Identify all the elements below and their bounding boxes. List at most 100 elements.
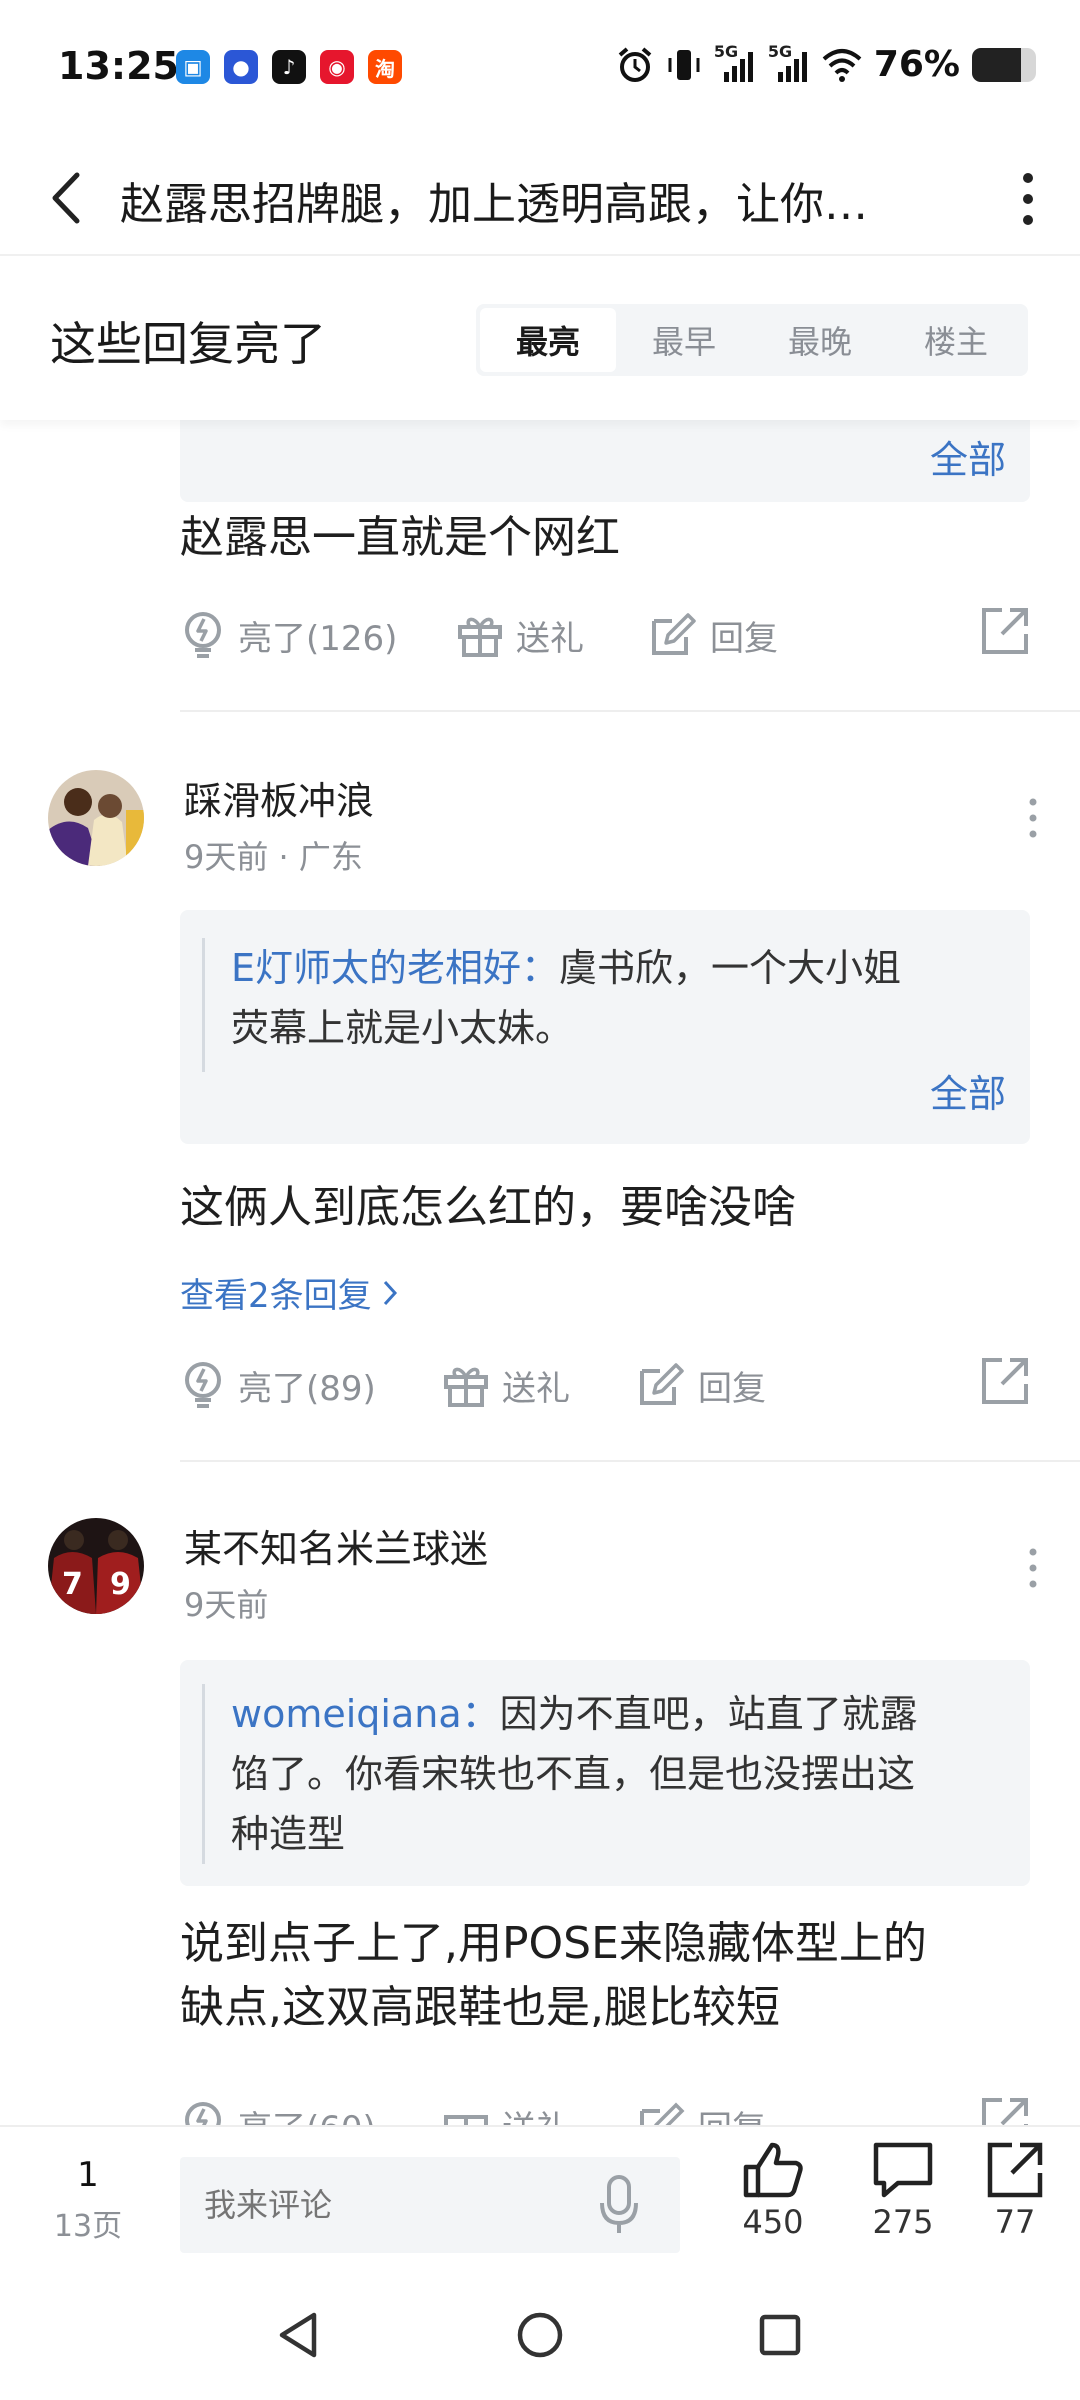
nav-home-button[interactable] [500,2295,580,2375]
gift-button[interactable]: 送礼 [456,600,584,670]
circle-home-icon [517,2312,563,2358]
chevron-left-icon [52,172,80,224]
avatar[interactable] [48,770,144,866]
gift-label: 送礼 [502,2101,570,2126]
quote-author[interactable]: womeiqiana： [231,1692,500,1736]
vibrate-icon [668,49,700,80]
share-count: 77 [994,2203,1036,2241]
thumbs-up-icon [743,2142,803,2198]
alarm-icon [618,46,652,82]
share-button[interactable] [980,2096,1030,2125]
avatar[interactable]: 7 9 [48,1518,144,1614]
comment-icon [873,2142,933,2198]
comment-text-line: 缺点,这双高跟鞋也是,腿比较短 [180,1982,780,2033]
action-row: 亮了(60) 送礼 回复 [180,2090,1030,2125]
nav-back-button[interactable] [258,2295,338,2375]
notification-app-icons: ▣ ● ♪ ◉ 淘 [176,50,402,84]
reply-button[interactable]: 回复 [636,1350,766,1420]
title-bar: 赵露思招牌腿，加上透明高跟，让你… [0,140,1080,256]
quote-box: 全部 [180,420,1030,502]
edit-icon [640,2102,685,2125]
comment-more-button[interactable] [1018,788,1048,848]
gift-button[interactable]: 送礼 [442,2090,570,2125]
voice-input-button[interactable] [584,2167,654,2243]
share-button[interactable] [980,606,1030,660]
more-options-button[interactable] [998,164,1058,234]
weibo-icon: ◉ [320,50,354,84]
more-vertical-icon [1029,798,1037,838]
wifi-icon [822,48,862,82]
tiktok-icon: ♪ [272,50,306,84]
divider [180,710,1080,712]
share-post-button[interactable]: 77 [960,2141,1070,2241]
more-vertical-icon [1023,173,1033,225]
like-button[interactable]: 亮了(89) [180,1350,376,1420]
battery-level [972,47,1021,82]
action-row: 亮了(126) 送礼 回复 [180,600,1030,670]
quote-expand-link[interactable]: 全部 [930,429,1006,484]
gift-label: 送礼 [516,618,584,659]
status-right: 5G 5G 76% [616,42,1036,85]
reply-label: 回复 [698,1368,766,1409]
square-recents-icon [759,2314,801,2356]
comment-feed[interactable]: 全部 赵露思一直就是个网红 亮了(126) 送礼 回复 踩滑板冲浪 9天前 · … [0,420,1080,2125]
tab-op[interactable]: 楼主 [888,308,1024,372]
gift-icon [444,2115,488,2125]
nav-recents-button[interactable] [740,2295,820,2375]
quote-content: E灯师太的老相好：虞书欣，一个大小姐 荧幕上就是小太妹。 [202,938,1006,1072]
battery-percent: 76% [873,44,960,85]
system-nav-bar [0,2265,1080,2400]
edit-icon [652,613,696,655]
user-name[interactable]: 踩滑板冲浪 [184,770,374,825]
tab-earliest[interactable]: 最早 [616,308,752,372]
user-name[interactable]: 某不知名米兰球迷 [184,1518,488,1573]
like-count: 亮了(60) [238,2101,376,2126]
quote-author[interactable]: E灯师太的老相好： [231,946,559,990]
like-count: 450 [742,2203,804,2241]
back-button[interactable] [36,166,96,230]
reply-button[interactable]: 回复 [636,2090,766,2125]
share-button[interactable] [980,1356,1030,1410]
like-button[interactable]: 亮了(126) [180,600,397,670]
current-page: 1 [77,2155,99,2195]
quote-text: 因为不直吧，站直了就露 [499,1692,918,1736]
quote-text: 种造型 [231,1812,346,1856]
share-icon [982,1358,1028,1404]
microphone-icon [600,2175,638,2233]
triangle-back-icon [279,2312,317,2358]
reply-button[interactable]: 回复 [648,600,778,670]
page-title: 赵露思招牌腿，加上透明高跟，让你… [120,179,868,230]
share-icon [987,2142,1043,2198]
section-header: 这些回复亮了 最亮 最早 最晚 楼主 [0,258,1080,420]
total-pages: 13页 [53,2209,123,2244]
gift-label: 送礼 [502,1368,570,1409]
sort-tabs: 最亮 最早 最晚 楼主 [476,304,1028,376]
view-replies-label: 查看2条回复 [180,1276,372,1316]
like-count: 亮了(126) [238,618,398,659]
signal-icon-1: 5G [714,42,756,84]
share-icon [982,608,1028,654]
like-button[interactable]: 亮了(60) [180,2090,376,2125]
comment-meta: 9天前 [184,1586,269,1624]
like-count: 亮了(89) [238,1368,376,1409]
gift-button[interactable]: 送礼 [442,1350,570,1420]
tab-latest[interactable]: 最晚 [752,308,888,372]
page-indicator[interactable]: 1 13页 [48,2155,128,2245]
like-post-button[interactable]: 450 [718,2141,828,2241]
section-title: 这些回复亮了 [50,317,326,371]
edit-icon [640,1363,684,1405]
app-notification-icon: ▣ [176,50,210,84]
chevron-right-icon [383,1280,397,1305]
quote-expand-link[interactable]: 全部 [930,1063,1006,1118]
view-replies-link[interactable]: 查看2条回复 [180,1268,398,1317]
tab-brightest[interactable]: 最亮 [480,308,616,372]
comment-text-line: 说到点子上了,用POSE来隐藏体型上的 [180,1918,927,1969]
signal-icon-2: 5G [768,42,810,84]
quote-box: womeiqiana：因为不直吧，站直了就露 馅了。你看宋轶也不直，但是也没摆出… [180,1660,1030,1886]
battery-icon [972,47,1036,82]
quote-text: 荧幕上就是小太妹。 [231,1006,574,1050]
comment-more-button[interactable] [1018,1538,1048,1598]
reply-label: 回复 [710,618,778,659]
baidu-icon: ● [224,50,258,84]
comments-button[interactable]: 275 [848,2141,958,2241]
